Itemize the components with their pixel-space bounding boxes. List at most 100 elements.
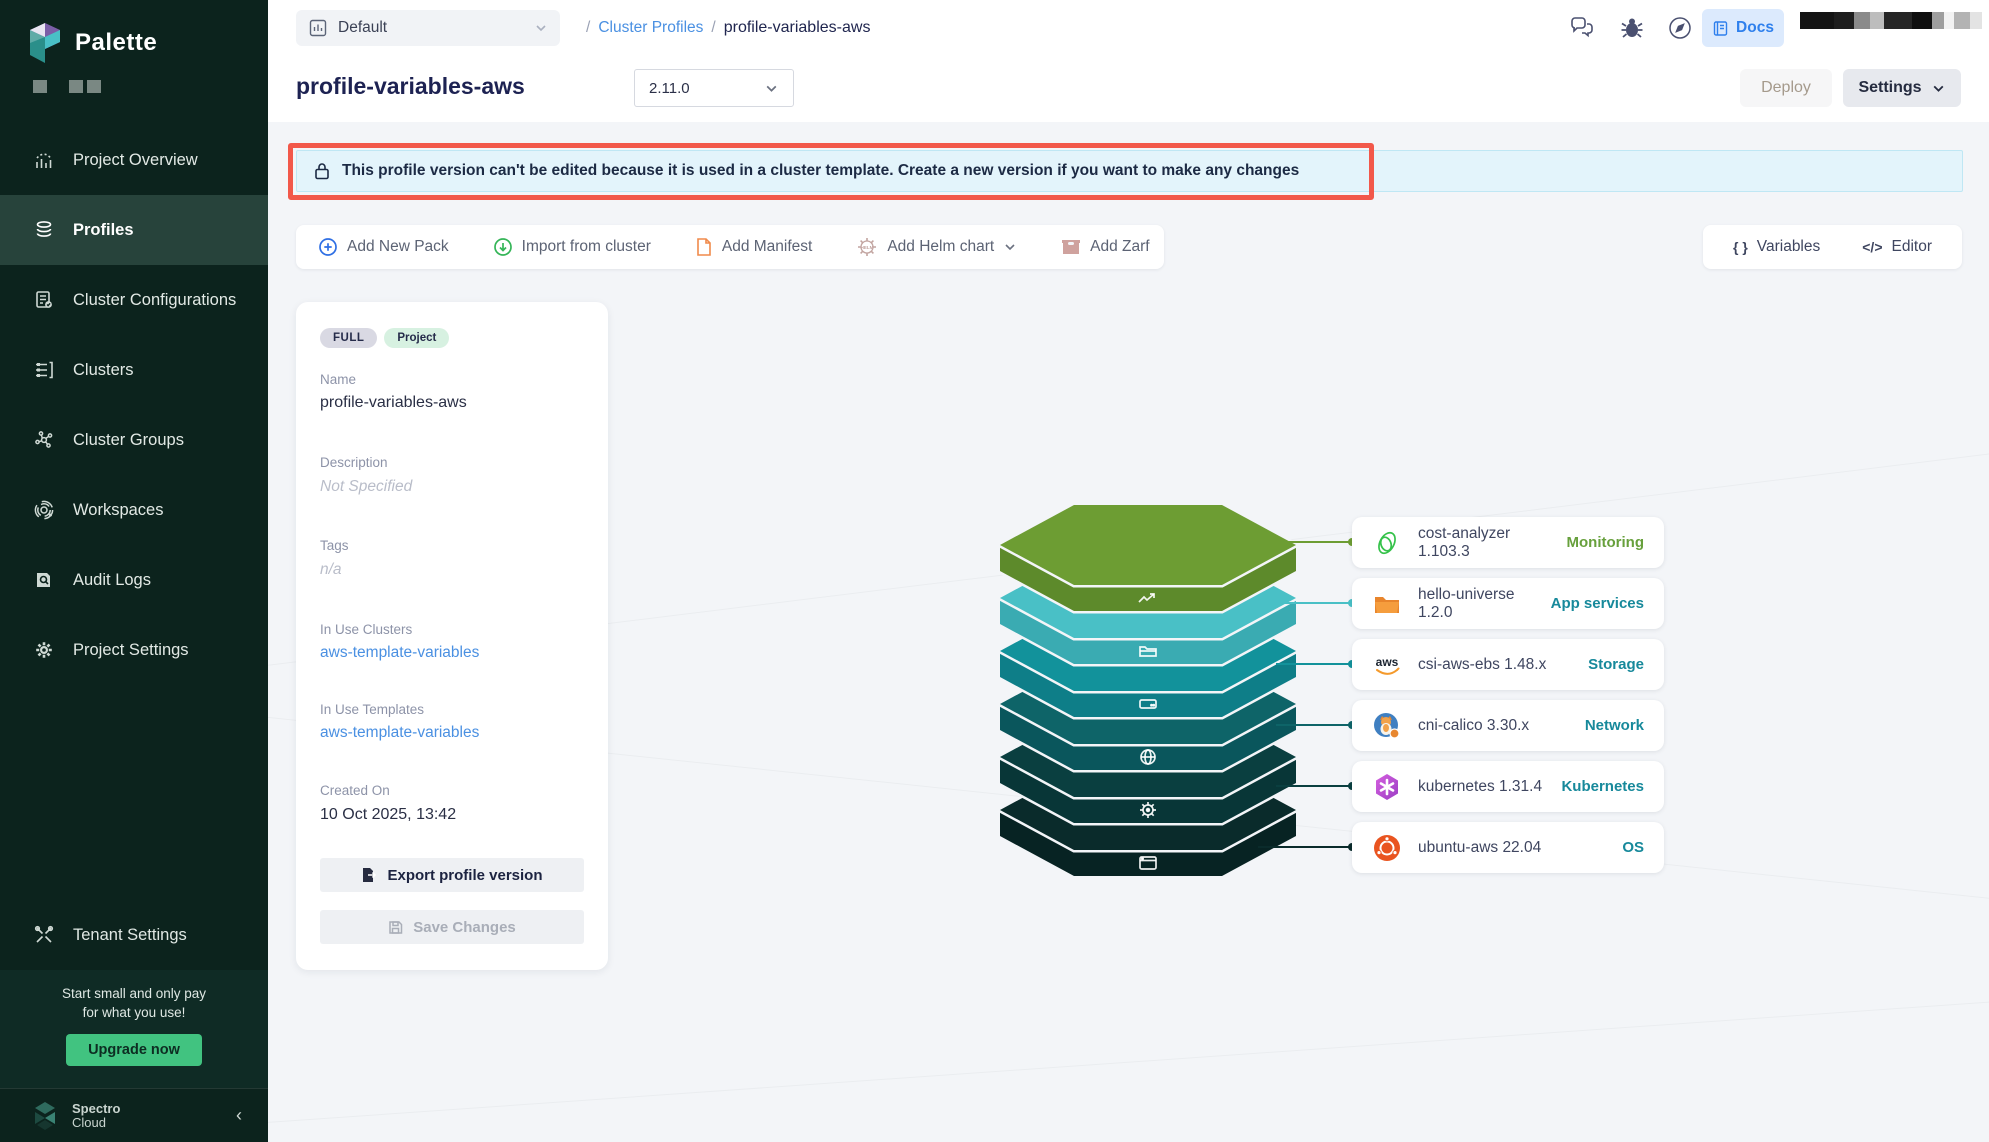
pack-row-kubernetes[interactable]: kubernetes 1.31.4 Kubernetes [1352, 761, 1664, 812]
sidebar-item-label: Profiles [73, 221, 134, 240]
pack-row-hello-universe[interactable]: hello-universe 1.2.0 App services [1352, 578, 1664, 629]
pack-category: Storage [1588, 656, 1644, 673]
sidebar-item-project-overview[interactable]: Project Overview [0, 125, 268, 195]
svg-text:aws: aws [1376, 655, 1399, 669]
sidebar-item-profiles[interactable]: Profiles [0, 195, 268, 265]
breadcrumb-link-cluster-profiles[interactable]: Cluster Profiles [598, 19, 703, 37]
code-icon: </> [1862, 239, 1882, 255]
import-from-cluster-button[interactable]: Import from cluster [493, 237, 651, 257]
background-pattern-line [268, 975, 1989, 1129]
sidebar-item-label: Workspaces [73, 501, 163, 520]
plus-circle-icon [318, 237, 338, 257]
sidebar: Palette Project Overview Profiles Cluste… [0, 0, 268, 1142]
redacted-text [69, 80, 83, 93]
compass-icon[interactable] [1666, 14, 1694, 42]
profile-info-card: FULL Project Name profile-variables-aws … [296, 302, 608, 970]
sidebar-item-cluster-groups[interactable]: Cluster Groups [0, 405, 268, 475]
pack-name: csi-aws-ebs 1.48.x [1418, 656, 1572, 674]
palette-logo-icon [26, 22, 64, 64]
sidebar-item-label: Clusters [73, 361, 134, 380]
pack-row-cost-analyzer[interactable]: cost-analyzer 1.103.3 Monitoring [1352, 517, 1664, 568]
in-use-clusters-label: In Use Clusters [320, 622, 412, 637]
version-select[interactable]: 2.11.0 [634, 69, 794, 107]
calico-icon [1372, 711, 1402, 741]
sidebar-item-cluster-configurations[interactable]: Cluster Configurations [0, 265, 268, 335]
sidebar-item-label: Cluster Configurations [73, 291, 236, 310]
connector-line [1276, 602, 1356, 604]
sidebar-item-clusters[interactable]: Clusters [0, 335, 268, 405]
sidebar-collapse-arrow[interactable]: ‹ [236, 1105, 242, 1126]
export-profile-version-button[interactable]: Export profile version [320, 858, 584, 892]
add-zarf-button[interactable]: Add Zarf [1061, 238, 1149, 256]
document-check-icon [33, 289, 55, 311]
name-value: profile-variables-aws [320, 394, 467, 412]
pack-category: App services [1551, 595, 1644, 612]
save-changes-button[interactable]: Save Changes [320, 910, 584, 944]
breadcrumb-separator: / [711, 19, 715, 37]
sidebar-item-audit-logs[interactable]: Audit Logs [0, 545, 268, 615]
user-menu[interactable] [1800, 12, 1989, 29]
folder-icon [1372, 589, 1402, 619]
redacted-username [1800, 12, 1982, 29]
main-content: This profile version can't be edited bec… [268, 122, 1989, 1142]
docs-button[interactable]: Docs [1702, 9, 1784, 47]
profile-layer-stack[interactable] [1000, 505, 1296, 877]
pack-name: kubernetes 1.31.4 [1418, 778, 1545, 796]
kubernetes-icon [1372, 772, 1402, 802]
project-selector-value: Default [338, 19, 534, 37]
promo-line1: Start small and only pay [0, 984, 268, 1003]
connector-line [1276, 541, 1356, 543]
add-helm-chart-button[interactable]: HELM Add Helm chart [856, 236, 1017, 258]
bug-report-icon[interactable] [1618, 14, 1646, 42]
pack-category: Monitoring [1567, 534, 1644, 551]
sidebar-item-tenant-settings[interactable]: Tenant Settings [0, 900, 268, 970]
breadcrumb-current: profile-variables-aws [724, 19, 871, 37]
name-label: Name [320, 372, 356, 387]
book-icon [1712, 20, 1729, 37]
network-nodes-icon [33, 429, 55, 451]
aws-icon: aws [1372, 650, 1402, 680]
settings-button[interactable]: Settings [1843, 69, 1961, 107]
gear-icon [33, 639, 55, 661]
sidebar-item-workspaces[interactable]: Workspaces [0, 475, 268, 545]
feedback-chat-icon[interactable] [1568, 14, 1596, 42]
redacted-text [87, 80, 101, 93]
description-label: Description [320, 455, 388, 470]
sidebar-item-project-settings[interactable]: Project Settings [0, 615, 268, 685]
pack-name: cni-calico 3.30.x [1418, 717, 1569, 735]
pack-name: hello-universe 1.2.0 [1418, 586, 1535, 622]
upgrade-promo: Start small and only pay for what you us… [0, 970, 268, 1088]
pack-row-ubuntu-aws[interactable]: ubuntu-aws 22.04 OS [1352, 822, 1664, 873]
in-use-clusters-link[interactable]: aws-template-variables [320, 644, 479, 662]
scope-badge: Project [384, 328, 449, 348]
breadcrumb-separator: / [586, 19, 590, 37]
upgrade-now-button[interactable]: Upgrade now [66, 1034, 202, 1066]
export-icon [361, 867, 377, 883]
connector-line [1258, 846, 1356, 848]
project-selector[interactable]: Default [296, 10, 560, 46]
view-toolbar: { } Variables </> Editor [1703, 225, 1962, 269]
svg-text:HELM: HELM [861, 245, 874, 250]
pack-category: Network [1585, 717, 1644, 734]
locked-profile-banner: This profile version can't be edited bec… [296, 150, 1963, 192]
helm-wheel-icon: HELM [856, 236, 878, 258]
pack-category: OS [1622, 839, 1644, 856]
ubuntu-icon [1372, 833, 1402, 863]
kubecost-icon [1372, 528, 1402, 558]
version-select-value: 2.11.0 [649, 80, 764, 97]
sidebar-item-label: Project Settings [73, 641, 189, 660]
pack-row-cni-calico[interactable]: cni-calico 3.30.x Network [1352, 700, 1664, 751]
connector-line [1276, 663, 1356, 665]
zarf-package-icon [1061, 238, 1081, 256]
promo-line2: for what you use! [0, 1003, 268, 1022]
add-manifest-button[interactable]: Add Manifest [695, 237, 812, 257]
add-new-pack-button[interactable]: Add New Pack [318, 237, 449, 257]
chevron-down-icon [1931, 81, 1946, 96]
tier-badge: FULL [320, 328, 377, 348]
layer-monitoring [1000, 505, 1296, 611]
pack-row-csi-aws-ebs[interactable]: aws csi-aws-ebs 1.48.x Storage [1352, 639, 1664, 690]
in-use-templates-link[interactable]: aws-template-variables [320, 724, 479, 742]
editor-button[interactable]: </> Editor [1862, 238, 1932, 256]
deploy-button[interactable]: Deploy [1740, 69, 1832, 107]
variables-button[interactable]: { } Variables [1733, 238, 1820, 256]
